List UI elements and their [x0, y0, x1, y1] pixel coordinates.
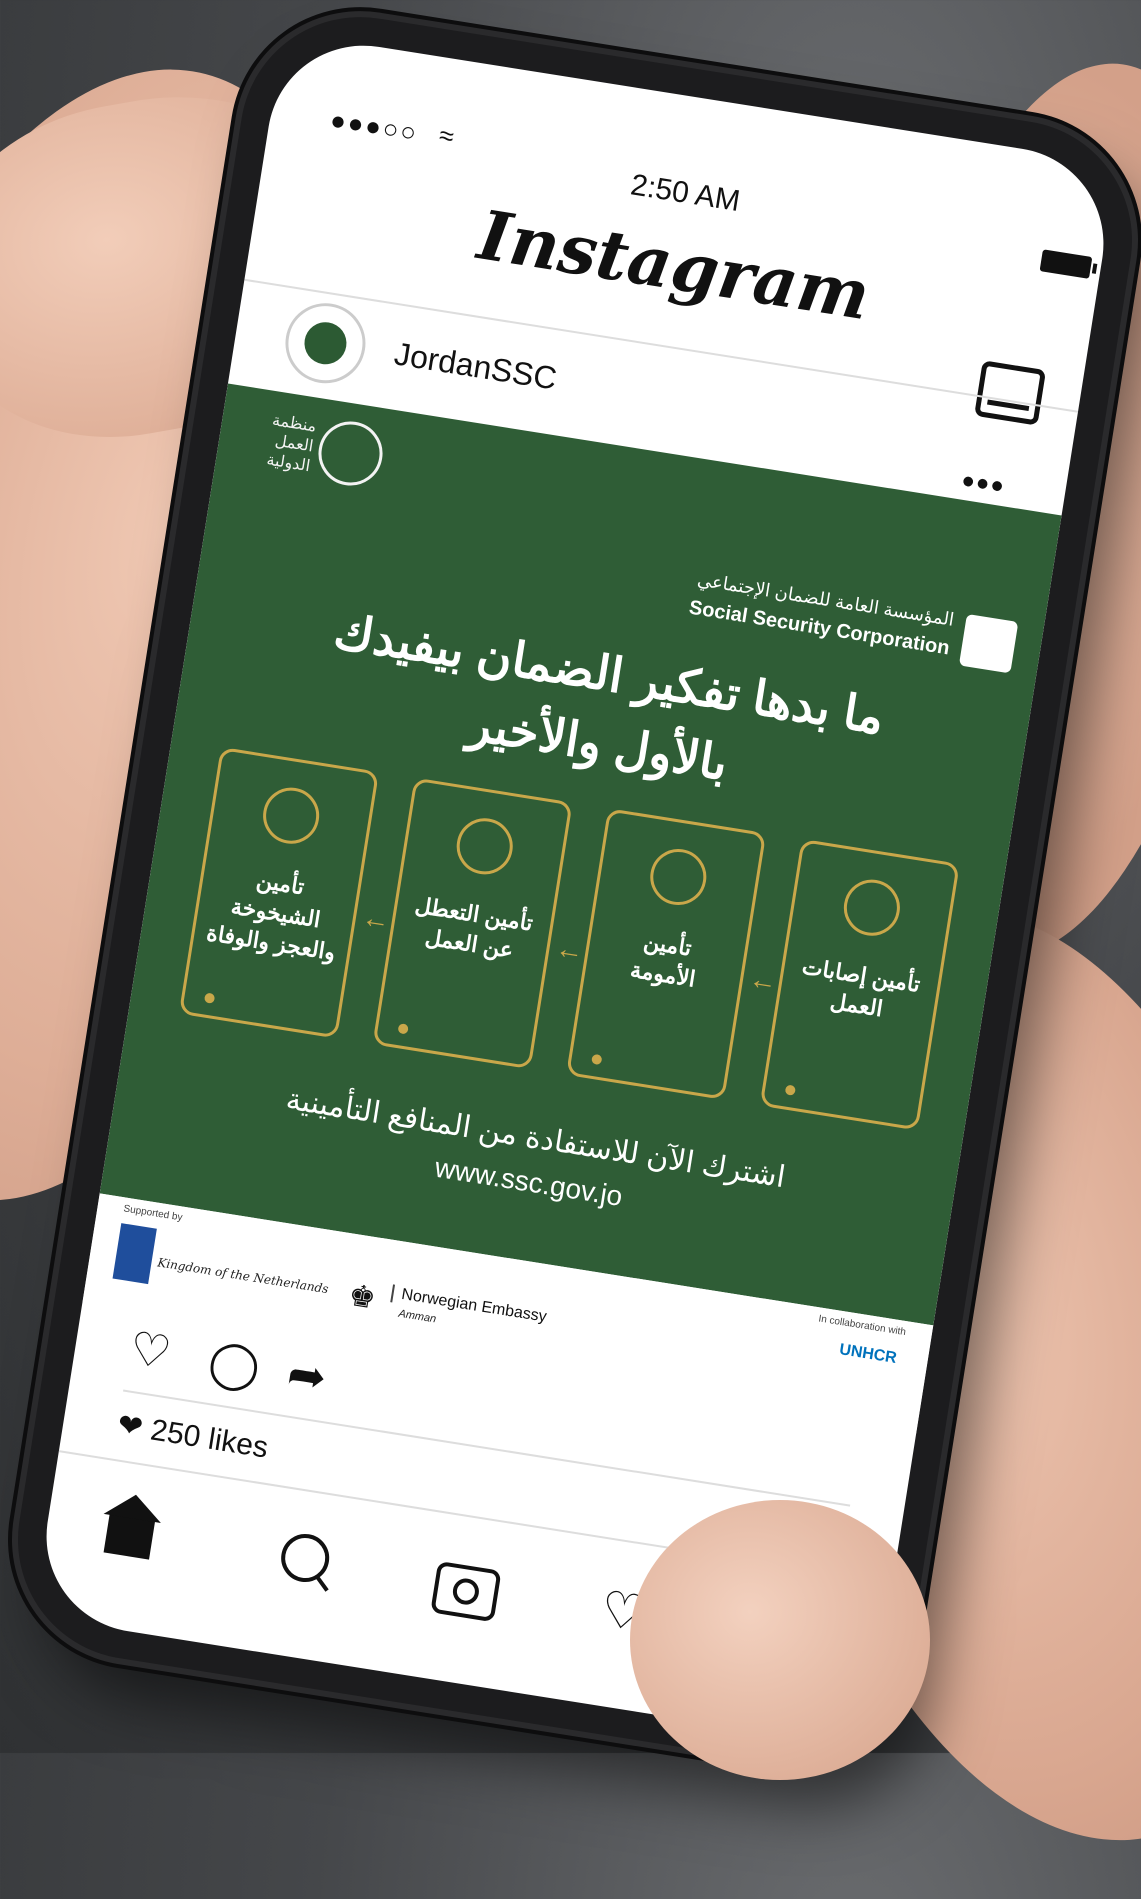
no-work-icon — [452, 814, 517, 879]
card-work-injury: تأمين إصابات العمل — [759, 838, 960, 1131]
card-maternity: تأمين الأمومة — [565, 808, 767, 1100]
norway-city-label: Amman — [397, 1307, 437, 1326]
search-icon[interactable] — [277, 1530, 333, 1586]
ssc-logo-icon — [958, 613, 1019, 674]
ilo-emblem-icon — [313, 416, 388, 491]
unhcr-logo: UNHCR — [838, 1341, 898, 1367]
card-label: تأمين إصابات العمل — [800, 953, 922, 1022]
elderly-icon — [259, 783, 324, 848]
arrow-left-icon: ← — [746, 962, 780, 998]
mother-child-icon — [646, 844, 711, 910]
arrow-left-icon: ← — [553, 931, 586, 967]
post-username[interactable]: JordanSSC — [392, 335, 559, 397]
card-dot — [784, 1084, 797, 1096]
avatar[interactable] — [279, 297, 372, 389]
card-dot — [203, 992, 216, 1004]
camera-icon[interactable] — [430, 1560, 502, 1623]
home-icon[interactable] — [103, 1512, 156, 1560]
netherlands-logo-icon — [112, 1223, 157, 1285]
supported-by-label: Supported by — [122, 1203, 184, 1224]
card-old-age: تأمين الشيخوخة والعجز والوفاة — [178, 746, 380, 1039]
card-label: تأمين التعطل عن العمل — [413, 892, 535, 963]
card-label: تأمين الأمومة — [628, 928, 698, 992]
card-unemployment: تأمين التعطل عن العمل — [372, 777, 573, 1070]
card-dot — [397, 1023, 409, 1035]
post-image[interactable]: منظمة العمل الدولية المؤسسة العامة للضما… — [99, 383, 1062, 1326]
arrow-left-icon: ← — [359, 901, 393, 937]
like-heart-icon[interactable]: ♡ — [126, 1320, 175, 1380]
norway-crest-icon: ♚ — [346, 1278, 378, 1316]
injured-worker-icon — [839, 875, 904, 940]
card-dot — [591, 1053, 603, 1066]
share-arrow-icon[interactable]: ➦ — [284, 1345, 331, 1404]
ilo-label: منظمة العمل الدولية — [265, 411, 318, 476]
netherlands-label: Kingdom of the Netherlands — [156, 1255, 330, 1297]
right-thumb — [630, 1500, 930, 1780]
card-label: تأمين الشيخوخة والعجز والوفاة — [204, 867, 338, 966]
comment-icon[interactable]: ◯ — [205, 1333, 264, 1394]
likes-count: ❤ 250 likes — [115, 1408, 271, 1465]
